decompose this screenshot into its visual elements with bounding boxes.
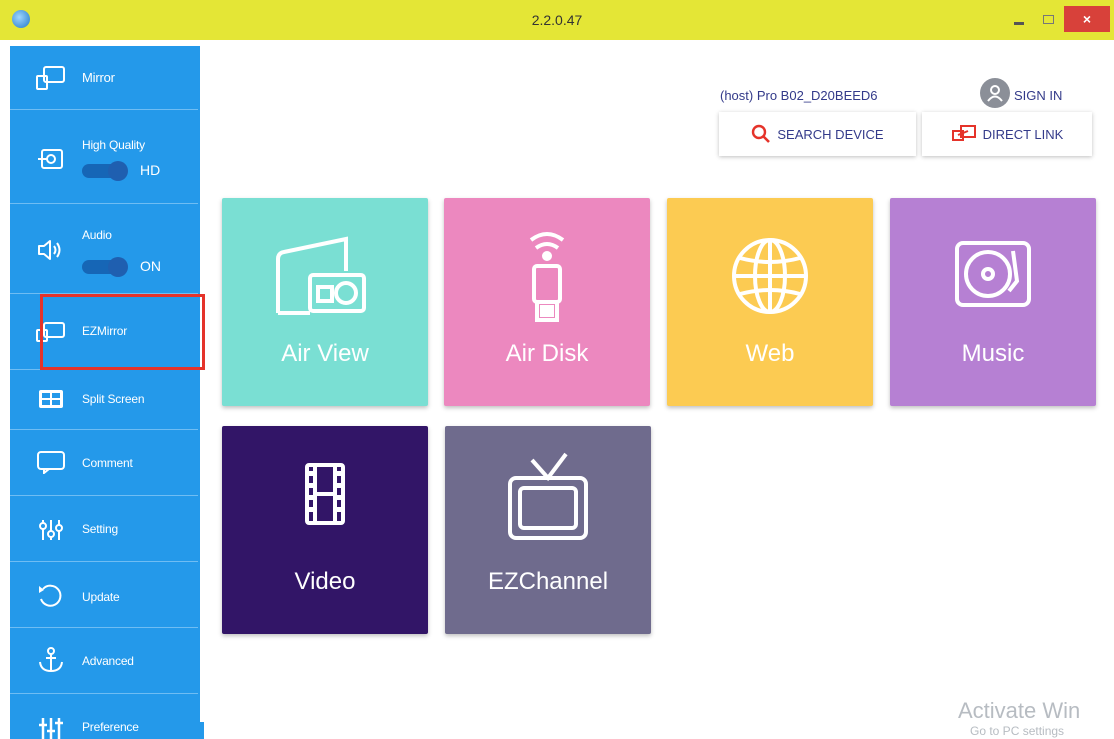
globe-icon [667,226,873,326]
sidebar-item-label: Advanced [82,654,134,668]
search-device-label: SEARCH DEVICE [777,126,884,142]
preference-icon [34,714,68,739]
air-view-icon [222,226,428,326]
sidebar-item-setting[interactable]: Setting [10,496,198,562]
tile-label: Air Disk [505,340,589,367]
tile-air-view[interactable]: Air View [222,198,428,406]
tile-label: Web [745,340,795,367]
tile-music[interactable]: Music [890,198,1096,406]
sidebar-item-mirror[interactable]: Mirror [10,46,198,110]
search-device-button[interactable]: SEARCH DEVICE [719,112,916,156]
sidebar-item-update[interactable]: Update [10,562,198,628]
sidebar-item-label: Update [82,590,120,604]
speaker-icon [34,236,68,264]
maximize-button[interactable] [1035,6,1061,32]
sidebar-item-split-screen[interactable]: Split Screen [10,370,198,430]
mirror-icon [34,64,68,92]
sign-in-link[interactable]: SIGN IN [1014,88,1062,103]
usb-wifi-icon [444,226,650,326]
host-device-label: (host) Pro B02_D20BEED6 [720,88,878,103]
sidebar-item-audio[interactable]: Audio ON [10,204,198,294]
direct-link-button[interactable]: DIRECT LINK [922,112,1092,156]
sidebar-item-preference[interactable]: Preference [10,694,198,739]
close-icon: × [1082,11,1092,27]
high-quality-toggle[interactable] [82,161,128,181]
window-title: 2.2.0.47 [531,12,583,28]
sidebar-item-label: Preference [82,720,139,734]
user-icon [987,85,1003,102]
activation-watermark: Acti​vate Win [958,698,1081,723]
sidebar-item-label: Mirror [82,70,115,85]
audio-toggle[interactable] [82,257,128,277]
sliders-icon [34,516,68,544]
tile-label: Video [294,568,356,595]
tile-air-disk[interactable]: Air Disk [444,198,650,406]
tile-video[interactable]: Video [222,426,428,634]
title-bar: 2.2.0.47 × [0,0,1114,40]
avatar[interactable] [980,78,1010,108]
activation-watermark-sub: Go to PC settings [970,724,1065,738]
toggle-state-label: HD [140,162,161,178]
split-screen-icon [34,386,68,414]
sidebar: Mirror High Quality HD Audio ON EZMirror… [10,46,200,739]
maximize-icon [1042,14,1054,24]
high-quality-icon [34,146,68,174]
sidebar-item-label: Audio [82,228,112,242]
sidebar-item-high-quality[interactable]: High Quality HD [10,110,198,204]
close-button[interactable]: × [1064,6,1110,32]
sidebar-item-advanced[interactable]: Advanced [10,628,198,694]
sidebar-item-label: Comment [82,456,133,470]
anchor-icon [34,646,68,674]
direct-link-label: DIRECT LINK [982,126,1064,142]
tile-label: Music [961,340,1025,367]
sidebar-item-comment[interactable]: Comment [10,430,198,496]
direct-link-icon [951,125,977,143]
sidebar-item-label: Split Screen [82,392,145,406]
tile-label: EZChannel [487,568,609,595]
tile-ezchannel[interactable]: EZChannel [445,426,651,634]
sidebar-item-label: High Quality [82,138,145,152]
ezmirror-highlight [40,294,205,370]
minimize-icon [1014,21,1024,25]
film-icon [222,446,428,546]
toggle-knob [108,161,128,181]
tile-label: Air View [281,340,369,367]
sidebar-scrollbar[interactable] [198,722,204,739]
toggle-knob [108,257,128,277]
search-icon [751,124,771,144]
minimize-button[interactable] [1005,6,1033,32]
update-icon [34,582,68,610]
turntable-icon [890,226,1096,326]
comment-icon [34,448,68,476]
tile-web[interactable]: Web [667,198,873,406]
tv-icon [445,446,651,546]
toggle-state-label: ON [140,258,161,274]
sidebar-item-label: Setting [82,522,118,536]
